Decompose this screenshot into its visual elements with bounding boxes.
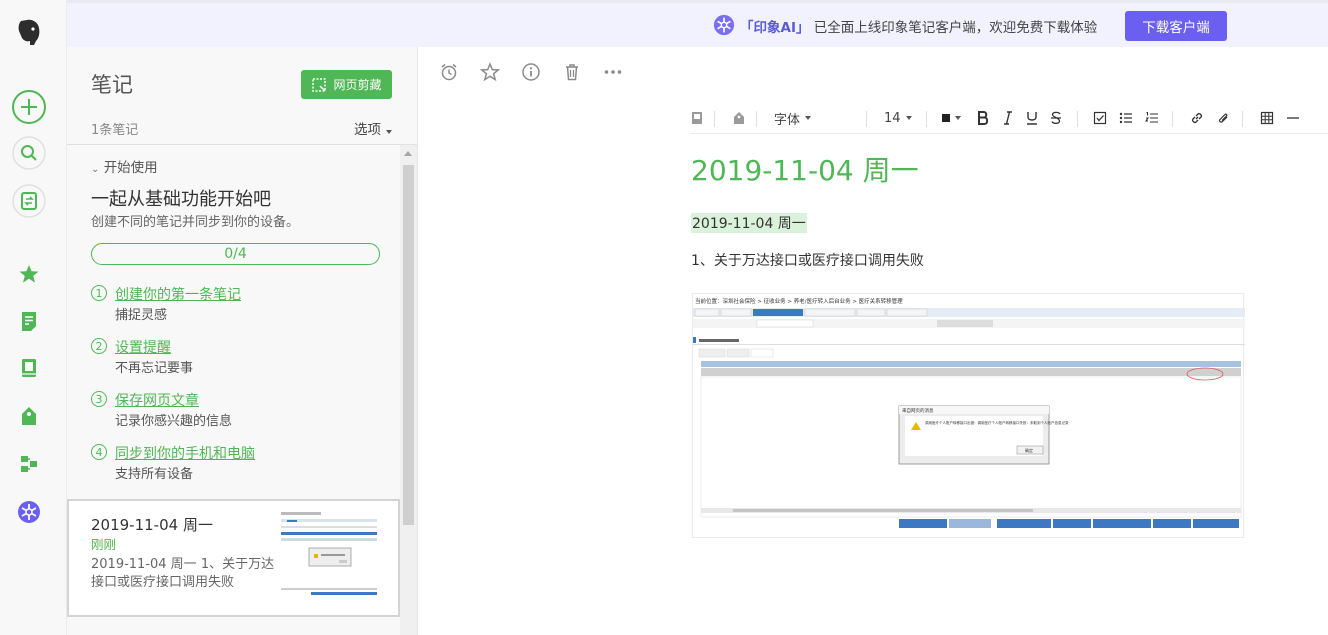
task-subtitle: 支持所有设备 — [115, 467, 194, 482]
font-size-select[interactable]: 14 — [884, 108, 912, 128]
chevron-down-icon — [905, 116, 912, 120]
workspace-icon[interactable] — [13, 448, 45, 480]
text-color-select[interactable] — [942, 108, 961, 128]
embedded-screenshot[interactable]: 当前位置：深圳社会保险 > 征收业务 > 养老/医疗转入后台业务 > 医疗关系转… — [692, 293, 1245, 538]
chevron-down-icon — [955, 116, 961, 120]
divider — [926, 111, 927, 127]
note-time: 刚刚 — [91, 537, 117, 552]
task-subtitle: 不再忘记要事 — [115, 361, 194, 376]
options-dropdown[interactable]: 选项 — [354, 118, 392, 138]
document-line[interactable]: 1、关于万达接口或医疗接口调用失败 — [691, 250, 924, 270]
web-clip-button[interactable]: 网页剪藏 — [301, 70, 392, 99]
underline-icon[interactable] — [1026, 108, 1038, 128]
task-number: 3 — [91, 391, 107, 407]
tag-icon[interactable] — [13, 400, 45, 432]
screenshot-breadcrumb: 当前位置：深圳社会保险 > 征收业务 > 养老/医疗转入后台业务 > 医疗关系转… — [695, 297, 903, 305]
task-subtitle: 记录你感兴趣的信息 — [115, 414, 233, 429]
progress-bar: 0/4 — [91, 243, 380, 265]
options-label: 选项 — [354, 122, 381, 138]
task-number: 2 — [91, 338, 107, 354]
star-icon[interactable] — [479, 61, 501, 83]
getting-started-toggle[interactable]: ⌄ 开始使用 — [91, 156, 158, 176]
task-link[interactable]: 创建你的第一条笔记 — [115, 284, 241, 304]
format-toolbar: 字体 14 — [690, 102, 1328, 134]
document-line[interactable]: 2019-11-04 周一 — [691, 213, 807, 233]
elephant-logo-icon[interactable] — [13, 16, 45, 48]
task-link[interactable]: 设置提醒 — [115, 337, 171, 357]
banner-ai-label: 「印象AI」 — [740, 20, 810, 36]
strikethrough-icon[interactable] — [1050, 108, 1062, 128]
divider — [1077, 111, 1078, 127]
font-label: 字体 — [774, 112, 801, 128]
note-actions — [438, 61, 624, 83]
bullet-list-icon[interactable] — [1119, 108, 1133, 128]
sync-icon[interactable] — [11, 183, 47, 219]
attachment-icon[interactable] — [1216, 108, 1230, 128]
download-client-button[interactable]: 下载客户端 — [1125, 11, 1227, 41]
info-icon[interactable] — [520, 61, 542, 83]
chevron-down-icon — [805, 116, 812, 120]
checkbox-icon[interactable] — [1093, 108, 1107, 128]
numbered-list-icon[interactable] — [1145, 108, 1159, 128]
screenshot-dialog-title: 来自网页的消息 — [902, 407, 934, 414]
alarm-icon[interactable] — [438, 61, 460, 83]
search-icon[interactable] — [11, 135, 47, 171]
horizontal-rule-icon[interactable] — [1286, 108, 1300, 128]
divider — [1242, 111, 1243, 127]
notebook-icon[interactable] — [13, 352, 45, 384]
chevron-down-icon: ⌄ — [91, 164, 100, 175]
ai-logo-icon — [713, 14, 735, 36]
scroll-up-arrow-icon[interactable] — [404, 151, 412, 156]
app-window: 「印象AI」 已全面上线印象笔记客户端，欢迎免费下载体验 下载客户端 笔记 网页… — [0, 0, 1328, 635]
italic-icon[interactable] — [1003, 108, 1013, 128]
promo-banner: 「印象AI」 已全面上线印象笔记客户端，欢迎免费下载体验 下载客户端 — [67, 0, 1328, 47]
notes-panel: 笔记 网页剪藏 1条笔记 选项 ⌄ 开始使用 一起从基础功能开始吧 创建不同的笔… — [67, 47, 418, 635]
table-icon[interactable] — [1260, 108, 1274, 128]
bold-icon[interactable] — [977, 108, 989, 128]
getting-started-label: 开始使用 — [103, 160, 158, 176]
web-clip-icon — [312, 77, 327, 92]
getting-started-desc: 创建不同的笔记并同步到你的设备。 — [91, 215, 300, 230]
screenshot-dialog-msg: 调用医疗个人账户转移接口出错：调用医疗个人账户转移接口失败：未取到个人账户信息记… — [925, 420, 1069, 425]
star-icon[interactable] — [13, 258, 45, 290]
note-count: 1条笔记 — [91, 123, 139, 138]
banner-message: 「印象AI」 已全面上线印象笔记客户端，欢迎免费下载体验 — [740, 16, 1097, 36]
link-icon[interactable] — [1190, 108, 1204, 128]
task-link[interactable]: 保存网页文章 — [115, 390, 199, 410]
divider — [1172, 111, 1173, 127]
font-size-label: 14 — [884, 110, 901, 126]
progress-text: 0/4 — [224, 246, 247, 262]
document-title[interactable]: 2019-11-04 周一 — [691, 149, 919, 189]
divider — [756, 111, 757, 127]
notebook-select-icon[interactable] — [690, 108, 704, 128]
color-swatch-icon — [942, 114, 950, 122]
getting-started-title: 一起从基础功能开始吧 — [91, 189, 271, 210]
web-clip-label: 网页剪藏 — [333, 78, 382, 92]
note-snippet: 2019-11-04 周一 1、关于万达接口或医疗接口调用失败 — [91, 557, 275, 590]
divider — [714, 111, 715, 127]
tag-select-icon[interactable] — [732, 108, 746, 128]
divider — [67, 144, 417, 145]
note-thumbnail — [281, 510, 377, 602]
notes-icon[interactable] — [13, 305, 45, 337]
task-subtitle: 捕捉灵感 — [115, 308, 168, 323]
left-rail — [0, 0, 67, 635]
scrollbar-thumb[interactable] — [403, 165, 414, 525]
new-note-icon[interactable] — [11, 89, 47, 125]
task-number: 1 — [91, 285, 107, 301]
screenshot-dialog-ok: 确定 — [1025, 447, 1033, 453]
banner-text: 已全面上线印象笔记客户端，欢迎免费下载体验 — [813, 20, 1098, 36]
editor: 字体 14 2019-11-04 周一 2019-11-04 周一 1、关于万达… — [418, 47, 1328, 635]
font-family-select[interactable]: 字体 — [774, 108, 812, 128]
note-list-item[interactable]: 2019-11-04 周一 刚刚 2019-11-04 周一 1、关于万达接口或… — [67, 499, 400, 617]
ai-icon[interactable] — [13, 496, 45, 528]
task-link[interactable]: 同步到你的手机和电脑 — [115, 443, 255, 463]
divider — [866, 111, 867, 127]
note-title: 2019-11-04 周一 — [91, 516, 213, 534]
notes-title: 笔记 — [91, 73, 133, 97]
task-number: 4 — [91, 444, 107, 460]
more-icon[interactable] — [602, 61, 624, 83]
chevron-down-icon — [386, 130, 392, 134]
trash-icon[interactable] — [561, 61, 583, 83]
